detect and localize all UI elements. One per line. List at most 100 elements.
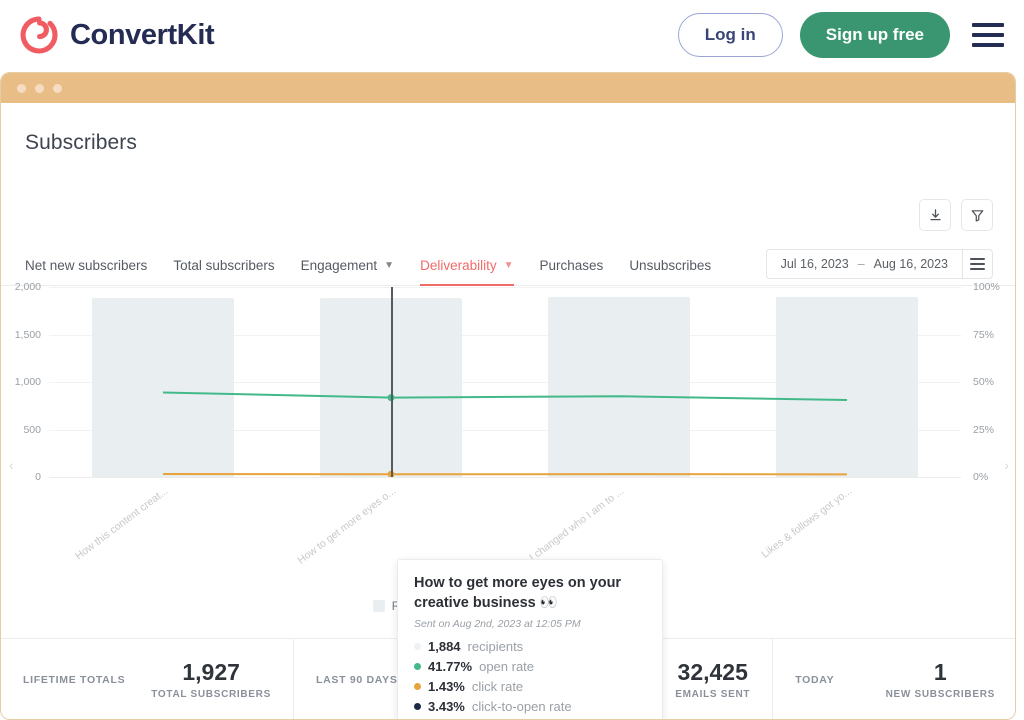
tab-deliverability[interactable]: Deliverability ▼	[420, 258, 514, 286]
chevron-down-icon: ▼	[384, 260, 395, 271]
tab-engagement[interactable]: Engagement ▼	[301, 258, 394, 285]
metric-caption: NEW SUBSCRIBERS	[885, 688, 995, 700]
tooltip-value: 1,884	[428, 639, 461, 655]
tab-label: Engagement	[300, 258, 378, 273]
metric-emails-sent: 32,425 EMAILS SENT	[675, 659, 750, 699]
window-minimize-dot	[35, 83, 44, 93]
deliverability-chart: 2,000 1,500 1,000 500 0 100% 75% 50% 25% 0% How t…	[1, 281, 1015, 719]
x-axis-label: How this content creat...	[73, 485, 171, 563]
tab-net-new-subscribers[interactable]: Net new subscribers	[25, 258, 147, 285]
y-axis-tick-right: 0%	[973, 471, 989, 483]
stat-metrics: 1 NEW SUBSCRIBERS	[886, 659, 995, 699]
window-maximize-dot	[53, 83, 62, 93]
filter-funnel-icon	[971, 209, 983, 222]
date-range-value[interactable]: Jul 16, 2023 – Aug 16, 2023	[767, 250, 962, 278]
date-range-separator: –	[857, 257, 865, 271]
tooltip-dot-icon	[414, 643, 421, 651]
tab-label: Unsubscribes	[629, 258, 712, 273]
metric-total-subscribers: 1,927 TOTAL SUBSCRIBERS	[151, 659, 271, 699]
y-axis-tick-left: 500	[23, 423, 41, 436]
tab-total-subscribers[interactable]: Total subscribers	[173, 258, 274, 285]
stat-group-today: TODAY 1 NEW SUBSCRIBERS	[772, 639, 1015, 719]
y-axis-tick-left: 1,000	[14, 376, 41, 388]
metric-tabs-row: Net new subscribers Total subscribers En…	[1, 241, 1015, 286]
tooltip-dot-icon	[414, 683, 421, 691]
tooltip-row-click-rate: 1.43% click rate	[414, 679, 646, 694]
list-menu-icon	[970, 258, 985, 270]
chart-gridline	[49, 477, 961, 478]
tooltip-value: 41.77%	[428, 659, 473, 675]
stat-metrics: 1,927 TOTAL SUBSCRIBERS	[151, 659, 271, 699]
y-axis-tick-right: 100%	[973, 281, 1000, 293]
y-axis-tick-right: 50%	[973, 376, 995, 388]
date-range-picker[interactable]: Jul 16, 2023 – Aug 16, 2023	[765, 249, 993, 279]
tooltip-dot-icon	[414, 703, 421, 711]
tooltip-label: open rate	[479, 659, 535, 675]
y-axis-tick-right: 75%	[973, 328, 995, 341]
x-axis-label: I changed who I am to ...	[527, 485, 627, 564]
metric-caption: EMAILS SENT	[675, 688, 751, 700]
metric-new-subscribers: 1 NEW SUBSCRIBERS	[886, 659, 995, 699]
chart-scroll-left[interactable]: ‹	[9, 457, 14, 473]
convertkit-logo-icon	[20, 16, 58, 54]
browser-window-mock: Subscribers Net new subscribers Total su…	[0, 72, 1016, 720]
browser-titlebar	[1, 73, 1015, 103]
site-header: ConvertKit Log in Sign up free	[0, 0, 1024, 70]
tooltip-label: click-to-open rate	[471, 699, 572, 715]
metric-caption: TOTAL SUBSCRIBERS	[151, 688, 271, 700]
chart-lines	[162, 391, 848, 477]
legend-swatch-icon	[372, 600, 385, 612]
metric-value: 32,425	[677, 659, 748, 686]
tooltip-label: recipients	[467, 639, 524, 655]
y-axis-tick-left: 1,500	[14, 328, 41, 341]
download-icon	[929, 208, 941, 220]
stat-group-label: TODAY	[795, 673, 835, 686]
tooltip-sent-date: Sent on Aug 2nd, 2023 at 12:05 PM	[414, 618, 581, 631]
tooltip-row-click-to-open-rate: 3.43% click-to-open rate	[414, 699, 646, 714]
tab-label: Purchases	[539, 258, 604, 273]
brand-name: ConvertKit	[70, 18, 215, 51]
tooltip-dot-icon	[414, 663, 421, 671]
tooltip-value: 3.43%	[428, 699, 465, 715]
brand-logo[interactable]: ConvertKit	[20, 16, 215, 54]
tab-label: Total subscribers	[173, 258, 275, 273]
chart-toolbar	[919, 199, 993, 231]
date-range-start: Jul 16, 2023	[780, 257, 849, 271]
stat-group-label: LAST 90 DAYS	[315, 673, 398, 686]
metric-tabs: Net new subscribers Total subscribers En…	[25, 258, 711, 286]
date-range-menu-button[interactable]	[962, 250, 992, 278]
date-range-end: Aug 16, 2023	[873, 257, 948, 271]
tab-purchases[interactable]: Purchases	[540, 258, 604, 285]
tab-label: Deliverability	[420, 258, 497, 273]
signup-button[interactable]: Sign up free	[799, 12, 950, 58]
tooltip-value: 1.43%	[428, 679, 465, 695]
chart-line-open-rate	[162, 391, 848, 402]
stat-group-lifetime-totals: LIFETIME TOTALS 1,927 TOTAL SUBSCRIBERS	[1, 639, 293, 719]
tooltip-row-recipients: 1,884 recipients	[414, 639, 646, 654]
y-axis-tick-right: 25%	[973, 423, 995, 436]
chart-tooltip: How to get more eyes on your creative bu…	[397, 559, 663, 719]
x-axis-label: Likes & follows got yo...	[759, 485, 855, 561]
chevron-down-icon: ▼	[503, 260, 514, 271]
tab-unsubscribes[interactable]: Unsubscribes	[629, 258, 711, 285]
tab-label: Net new subscribers	[25, 258, 148, 273]
page-title: Subscribers	[25, 131, 137, 154]
filter-button[interactable]	[961, 199, 993, 231]
chart-scroll-right[interactable]: ›	[1004, 457, 1009, 473]
hamburger-menu-icon[interactable]	[972, 23, 1004, 47]
metric-value: 1,927	[182, 659, 240, 686]
stat-group-label: LIFETIME TOTALS	[23, 673, 126, 686]
tooltip-row-open-rate: 41.77% open rate	[414, 659, 646, 674]
metric-value: 1	[933, 659, 947, 686]
tooltip-title: How to get more eyes on your creative bu…	[414, 575, 622, 611]
download-button[interactable]	[919, 199, 951, 231]
chart-plot-area	[49, 287, 961, 478]
app-content: Subscribers Net new subscribers Total su…	[1, 103, 1015, 719]
login-button[interactable]: Log in	[677, 13, 783, 57]
x-axis-label: How to get more eyes o...	[295, 485, 399, 567]
window-close-dot	[17, 83, 26, 93]
tooltip-label: click rate	[471, 679, 524, 695]
chart-cursor-line	[391, 287, 393, 477]
site-nav-actions: Log in Sign up free	[677, 12, 1004, 58]
y-axis-tick-left: 2,000	[14, 281, 41, 293]
